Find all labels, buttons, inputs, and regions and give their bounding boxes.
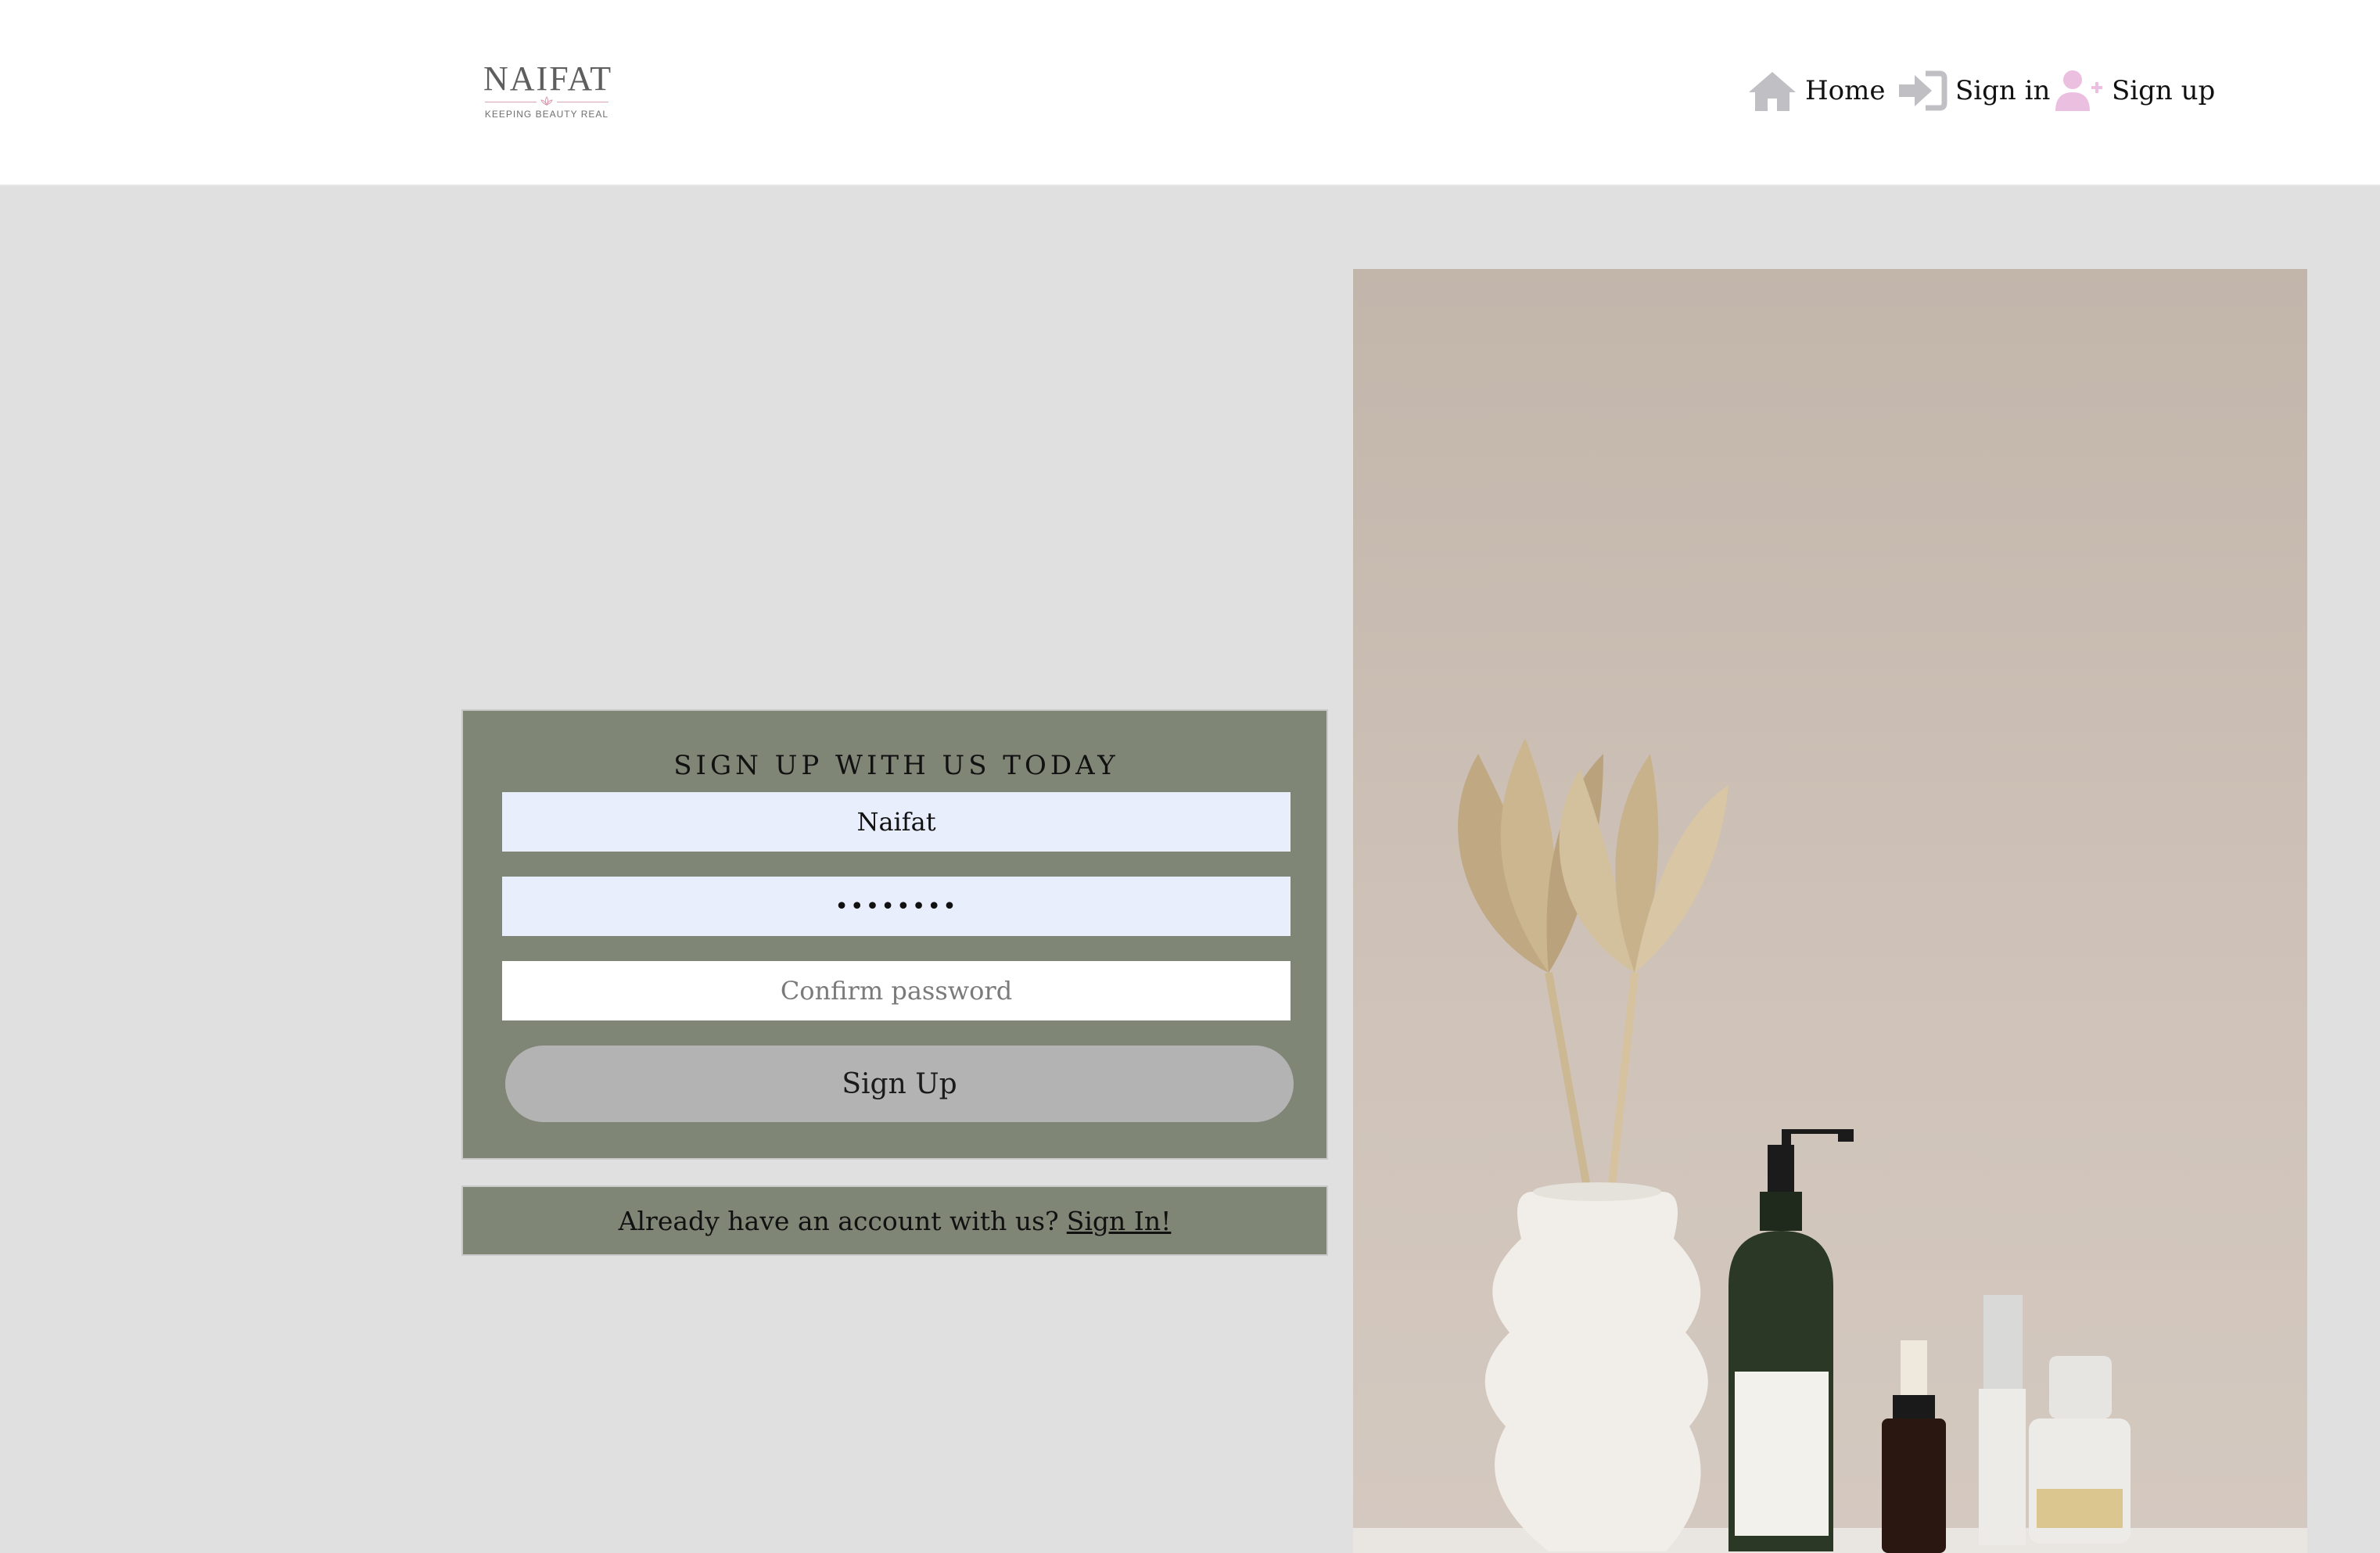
sign-in-link[interactable]: Sign In! [1067,1206,1172,1236]
site-header: NAIFAT KEEPING BEAUTY REAL Home Sign in … [0,0,2380,186]
confirm-password-field[interactable] [502,961,1291,1020]
user-plus-icon [2055,70,2102,111]
nav-sign-up[interactable]: Sign up [2054,67,2215,114]
logo-name: NAIFAT [483,59,613,98]
sign-in-prompt: Already have an account with us? Sign In… [461,1185,1328,1256]
lotus-icon [540,96,553,106]
sign-in-prompt-text: Already have an account with us? [618,1205,1059,1236]
hero-photo [1353,269,2307,1553]
nav-sign-in-label: Sign in [1955,75,2051,106]
username-field[interactable] [502,792,1291,852]
nav-sign-in[interactable]: Sign in [1897,67,2050,114]
hero-photo-illustration [1353,738,2307,1553]
password-field[interactable]: •••••••• [502,877,1291,936]
logo-tagline: KEEPING BEAUTY REAL [484,109,609,120]
form-title: SIGN UP WITH US TODAY [673,750,1119,781]
nav-sign-up-label: Sign up [2112,75,2216,106]
sign-up-button[interactable]: Sign Up [505,1045,1294,1122]
home-icon [1749,72,1796,111]
nav-home[interactable]: Home [1747,67,1885,114]
signup-form: SIGN UP WITH US TODAY •••••••• Sign Up [461,709,1328,1160]
nav-home-label: Home [1805,75,1886,106]
site-logo[interactable]: NAIFAT KEEPING BEAUTY REAL [483,59,613,124]
sign-in-icon [1899,70,1947,111]
